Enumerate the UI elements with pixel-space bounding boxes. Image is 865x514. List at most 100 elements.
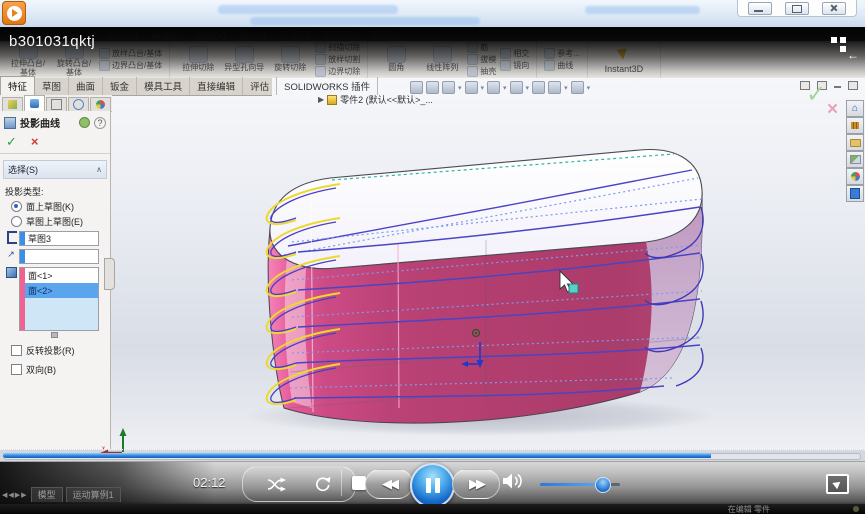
screen: 文件(F) 编辑(E) 视图(V) 插入(I) 工具(T) 窗口(W) 帮助(H… xyxy=(0,0,865,514)
rewind-icon: ◀◀ xyxy=(382,476,396,492)
appearances-tab[interactable] xyxy=(90,97,111,111)
menu-item-window[interactable]: 窗口(W) xyxy=(324,28,357,41)
menu-item-tools[interactable]: 工具(T) xyxy=(280,28,310,41)
hole-wizard-button[interactable]: 异型孔向导 xyxy=(223,46,265,72)
tab-motion-study[interactable]: 运动算例1 xyxy=(66,487,121,502)
pause-button[interactable] xyxy=(410,463,455,508)
curves-button[interactable]: 曲线 xyxy=(544,60,580,71)
fast-forward-icon: ▶▶ xyxy=(469,476,483,492)
rewind-button[interactable]: ◀◀ xyxy=(365,469,413,499)
direction-selection-field[interactable] xyxy=(19,249,99,264)
revolved-cut-button[interactable]: 旋转切除 xyxy=(269,46,311,72)
ok-button[interactable]: ✓ xyxy=(6,135,17,148)
extruded-boss-button[interactable]: 拉伸凸台/基体 xyxy=(7,42,49,77)
radio-icon xyxy=(11,201,22,212)
menubar: 文件(F) 编辑(E) 视图(V) 插入(I) 工具(T) 窗口(W) 帮助(H… xyxy=(0,28,865,41)
tab-model[interactable]: 模型 xyxy=(31,487,63,502)
cancel-button[interactable]: × xyxy=(31,135,39,148)
revolved-boss-button[interactable]: 旋转凸台/基体 xyxy=(53,42,95,77)
hide-show-items-icon[interactable] xyxy=(532,81,545,94)
checkbox-icon xyxy=(11,364,22,375)
status-bar: 在编辑 零件 xyxy=(0,504,865,514)
zoom-area-icon[interactable] xyxy=(426,81,439,94)
instant3d-toggle[interactable]: Instant3D xyxy=(588,41,661,78)
model-canvas[interactable] xyxy=(110,95,865,449)
boundary-boss-button[interactable]: 边界凸台/基体 xyxy=(99,60,162,71)
rib-button[interactable]: 筋 xyxy=(467,42,496,53)
tab-sheet-metal[interactable]: 钣金 xyxy=(103,77,137,95)
pushpin-icon[interactable] xyxy=(79,117,90,128)
draft-button[interactable]: 拔模 xyxy=(467,54,496,65)
bidirectional-checkbox[interactable]: 双向(B) xyxy=(11,363,107,376)
menu-item-view[interactable]: 视图(V) xyxy=(196,28,226,41)
extruded-cut-button[interactable]: 拉伸切除 xyxy=(177,46,219,72)
volume-knob[interactable] xyxy=(595,477,611,493)
menu-item-file[interactable]: 文件(F) xyxy=(108,28,138,41)
maximize-button[interactable] xyxy=(785,2,809,15)
repeat-icon[interactable] xyxy=(314,476,331,492)
linear-pattern-button[interactable]: 线性阵列 xyxy=(421,46,463,72)
revolved-cut-icon xyxy=(281,46,300,63)
doc-minimize-icon[interactable] xyxy=(834,86,841,88)
shuffle-icon[interactable] xyxy=(267,477,286,492)
checkbox-icon xyxy=(11,345,22,356)
boundary-cut-button[interactable]: 边界切除 xyxy=(315,66,360,77)
ribbon-group-boss: 拉伸凸台/基体 旋转凸台/基体 放样凸台/基体 边界凸台/基体 xyxy=(0,41,170,78)
fullscreen-button[interactable] xyxy=(826,474,849,494)
reference-geometry-button[interactable]: 参考... xyxy=(544,48,580,59)
intersect-button[interactable]: 相交 xyxy=(500,48,529,59)
list-item[interactable]: 面<2> xyxy=(25,283,98,298)
tab-features[interactable]: 特征 xyxy=(0,76,35,95)
view-orientation-icon[interactable] xyxy=(487,81,500,94)
fast-forward-button[interactable]: ▶▶ xyxy=(452,469,500,499)
radio-sketch-on-faces[interactable]: 面上草图(K) xyxy=(11,200,107,213)
minimize-button[interactable] xyxy=(748,2,772,15)
reverse-projection-checkbox[interactable]: 反转投影(R) xyxy=(11,344,107,357)
faces-selection-list[interactable]: 面<1> 面<2> xyxy=(19,267,99,331)
ribbon-group-cut: 拉伸切除 异型孔向导 旋转切除 扫描切除 放样切割 边界切除 xyxy=(170,41,368,78)
direction-arrow-icon: ↗ xyxy=(5,249,17,260)
help-icon[interactable]: ? xyxy=(94,117,106,129)
list-resize-handle[interactable] xyxy=(51,332,58,338)
boundary-boss-icon xyxy=(99,60,110,71)
video-control-bar: ◀◀▶▶ 模型 运动算例1 02:12 ◀◀ ▶▶ xyxy=(0,461,865,505)
lofted-boss-button[interactable]: 放样凸台/基体 xyxy=(99,48,162,59)
display-style-icon[interactable] xyxy=(510,81,523,94)
tab-evaluate[interactable]: 评估 xyxy=(243,77,277,95)
previous-view-icon[interactable] xyxy=(442,81,455,94)
tab-scroll-arrows-icon[interactable]: ◀◀▶▶ xyxy=(2,491,28,499)
radio-icon xyxy=(11,216,22,227)
configurations-tab[interactable] xyxy=(46,97,67,111)
tab-surfaces[interactable]: 曲面 xyxy=(69,77,103,95)
shell-button[interactable]: 抽壳 xyxy=(467,66,496,77)
property-manager-tab[interactable] xyxy=(24,95,45,111)
list-item[interactable]: 面<1> xyxy=(25,268,98,283)
sketch-selection-field[interactable]: 草图3 xyxy=(19,231,99,246)
tab-mold-tools[interactable]: 模具工具 xyxy=(137,77,190,95)
radio-sketch-on-sketch[interactable]: 草图上草图(E) xyxy=(11,215,107,228)
tab-sketch[interactable]: 草图 xyxy=(35,77,69,95)
menu-item-insert[interactable]: 插入(I) xyxy=(240,28,267,41)
menu-item-edit[interactable]: 编辑(E) xyxy=(152,28,182,41)
mirror-button[interactable]: 镜向 xyxy=(500,60,529,71)
collapse-chevron-icon[interactable]: ∧ xyxy=(96,165,102,174)
dimxpert-tab[interactable] xyxy=(68,97,89,111)
feature-tree-tab[interactable] xyxy=(2,97,23,111)
edit-appearance-icon[interactable] xyxy=(548,81,561,94)
ribbon-toolbar: 拉伸凸台/基体 旋转凸台/基体 放样凸台/基体 边界凸台/基体 拉伸切除 异型孔… xyxy=(0,41,865,79)
swept-cut-button[interactable]: 扫描切除 xyxy=(315,42,360,53)
tab-direct-editing[interactable]: 直接编辑 xyxy=(190,77,243,95)
menu-item-help[interactable]: 帮助(H) xyxy=(370,28,401,41)
selections-section-header[interactable]: 选择(S) ∧ xyxy=(3,160,107,179)
close-button[interactable] xyxy=(822,2,846,15)
extruded-cut-icon xyxy=(189,46,208,63)
section-view-icon[interactable] xyxy=(465,81,478,94)
volume-icon[interactable] xyxy=(502,472,526,490)
doc-maximize-icon[interactable] xyxy=(848,81,858,90)
heads-up-view-toolbar: ▾ ▾ ▾ ▾ ▾ ▾ xyxy=(410,81,590,94)
lofted-cut-button[interactable]: 放样切割 xyxy=(315,54,360,65)
stop-button[interactable] xyxy=(352,476,366,490)
zoom-fit-icon[interactable] xyxy=(410,81,423,94)
fillet-button[interactable]: 圆角 xyxy=(375,46,417,72)
view-settings-icon[interactable] xyxy=(571,81,584,94)
